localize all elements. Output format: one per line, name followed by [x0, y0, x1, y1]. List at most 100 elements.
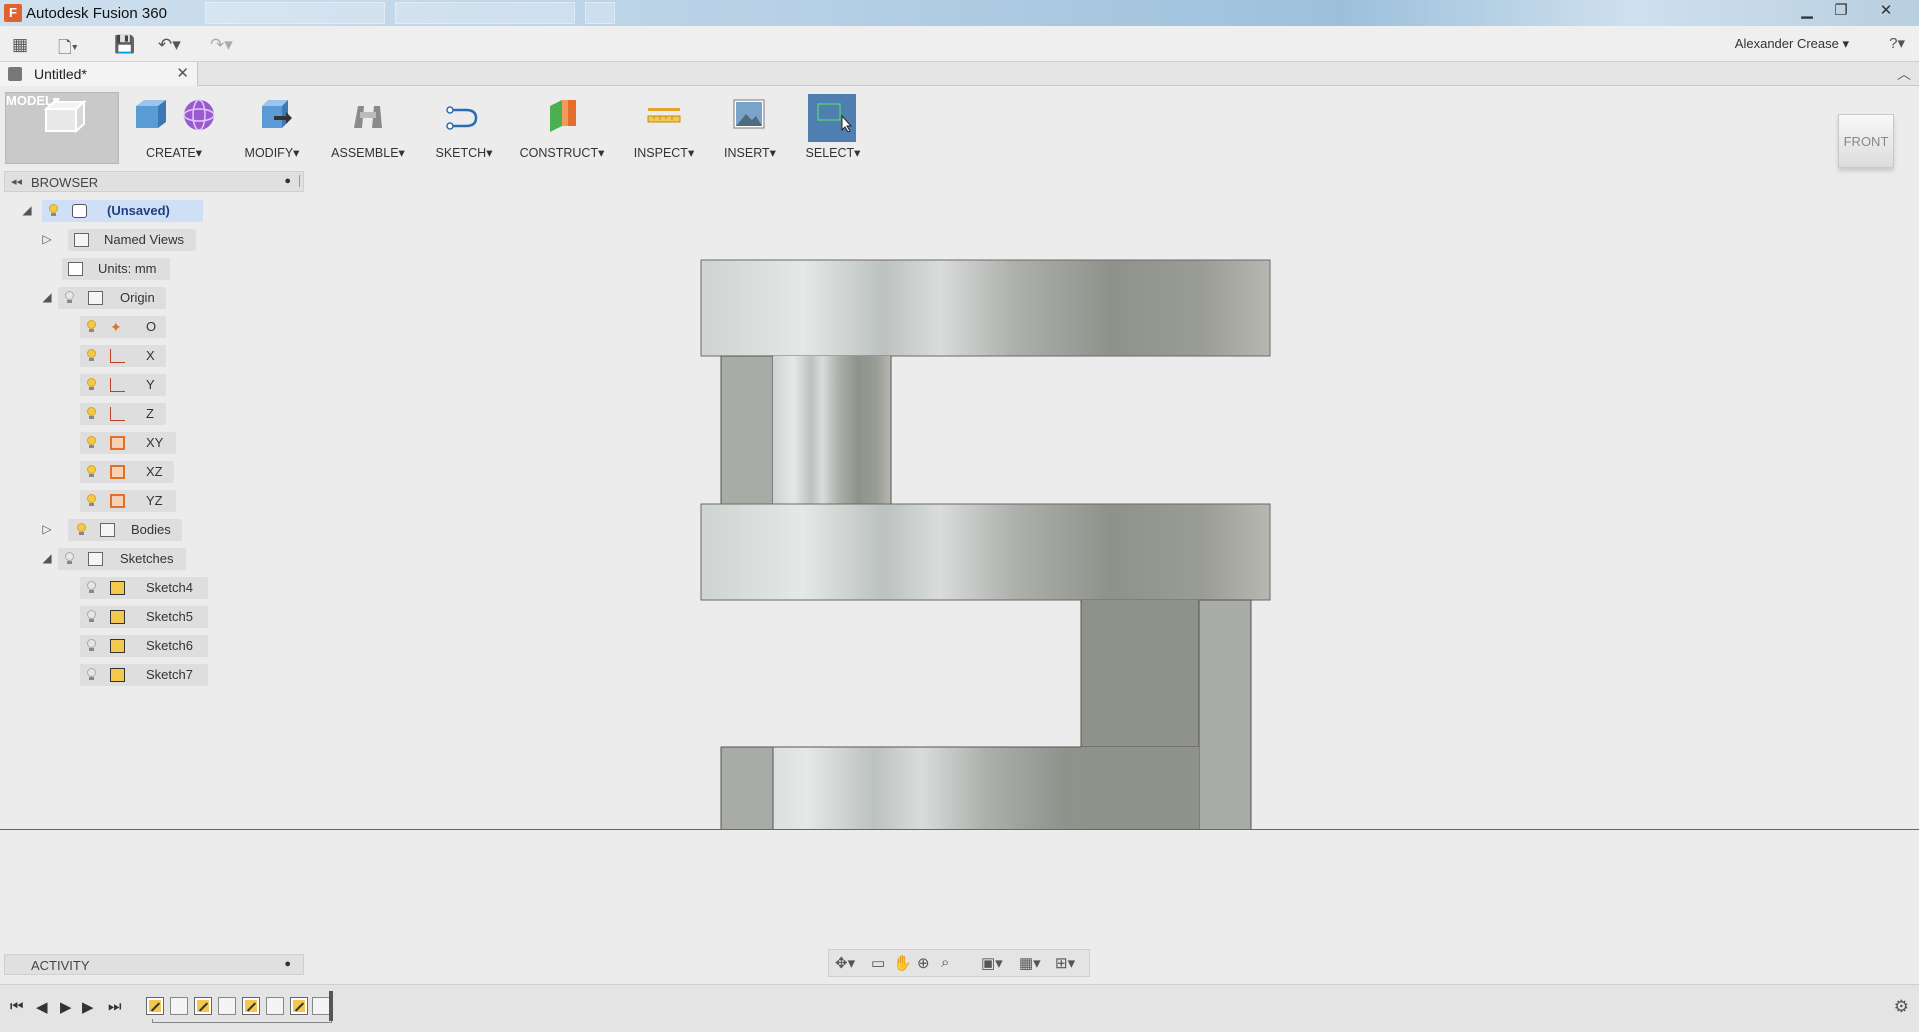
- axis-icon: [110, 378, 125, 392]
- browser-root-node[interactable]: ◢ (Unsaved): [20, 200, 260, 222]
- create-menu[interactable]: CREATE▾: [126, 92, 222, 162]
- browser-item-xy-plane[interactable]: XY: [80, 432, 200, 454]
- pan-icon[interactable]: ✋: [893, 954, 912, 972]
- right-tab-face[interactable]: [1198, 599, 1252, 830]
- left-tab-face[interactable]: [720, 355, 774, 505]
- visibility-bulb-icon[interactable]: [86, 465, 96, 478]
- timeline-marker[interactable]: [329, 991, 333, 1021]
- display-settings-icon[interactable]: ▣▾: [981, 954, 1003, 972]
- step-back-icon[interactable]: ◀: [36, 998, 48, 1016]
- undo-icon[interactable]: ↶▾: [158, 35, 181, 55]
- visibility-bulb-icon[interactable]: [86, 349, 96, 362]
- browser-item-sketch5[interactable]: Sketch5: [80, 606, 220, 628]
- document-tab[interactable]: Untitled* ✕: [0, 62, 198, 86]
- browser-item-y-axis[interactable]: Y: [80, 374, 200, 396]
- collapse-triangle-icon[interactable]: ◢: [40, 290, 54, 304]
- visibility-bulb-icon[interactable]: [64, 291, 74, 304]
- fit-icon[interactable]: ⌕: [941, 954, 949, 971]
- pin-panel-icon[interactable]: ●: [284, 175, 291, 187]
- model-workspace-icon: [43, 99, 87, 134]
- minimize-button[interactable]: ▁: [1790, 1, 1824, 23]
- collapse-triangle-icon[interactable]: ◢: [20, 203, 34, 217]
- browser-item-bodies[interactable]: ▷ Bodies: [40, 519, 260, 541]
- browser-item-origin-point[interactable]: ✦ O: [80, 316, 200, 338]
- bottom-left-tab-face[interactable]: [720, 746, 774, 830]
- visibility-bulb-icon[interactable]: [86, 378, 96, 391]
- play-icon[interactable]: ▶: [60, 998, 72, 1016]
- visibility-bulb-icon[interactable]: [86, 407, 96, 420]
- help-menu[interactable]: ?▾: [1889, 34, 1905, 52]
- browser-item-units[interactable]: Units: mm: [62, 258, 262, 280]
- sketch-menu[interactable]: SKETCH▾: [428, 92, 500, 162]
- expand-triangle-icon[interactable]: ▷: [40, 522, 54, 536]
- browser-item-sketches[interactable]: ◢ Sketches: [40, 548, 260, 570]
- step-forward-icon[interactable]: ▶: [82, 998, 94, 1016]
- construct-menu[interactable]: CONSTRUCT▾: [514, 92, 610, 162]
- visibility-bulb-icon[interactable]: [86, 320, 96, 333]
- timeline-extrude-feature[interactable]: [170, 997, 188, 1015]
- apps-grid-icon[interactable]: ▦: [12, 35, 28, 55]
- modify-menu[interactable]: MODIFY▾: [236, 92, 308, 162]
- origin-point-label: O: [146, 319, 157, 334]
- select-menu[interactable]: SELECT▾: [798, 92, 868, 162]
- inspect-menu[interactable]: INSPECT▾: [626, 92, 702, 162]
- orbit-icon[interactable]: ✥▾: [835, 954, 855, 972]
- go-to-start-icon[interactable]: ⏮: [10, 998, 24, 1015]
- browser-item-named-views[interactable]: ▷ Named Views: [40, 229, 260, 251]
- visibility-bulb-icon[interactable]: [86, 494, 96, 507]
- viewports-icon[interactable]: ⊞▾: [1055, 954, 1075, 972]
- insert-menu[interactable]: INSERT▾: [716, 92, 784, 162]
- browser-item-sketch6[interactable]: Sketch6: [80, 635, 220, 657]
- timeline-sketch-feature[interactable]: [194, 997, 212, 1015]
- upper-web-face[interactable]: [773, 356, 891, 504]
- timeline-sketch-feature[interactable]: [146, 997, 164, 1015]
- middle-flange-face[interactable]: [700, 503, 1271, 601]
- browser-item-x-axis[interactable]: X: [80, 345, 200, 367]
- timeline-extrude-feature[interactable]: [266, 997, 284, 1015]
- restore-button[interactable]: ❐: [1824, 1, 1858, 23]
- timeline-sketch-feature[interactable]: [242, 997, 260, 1015]
- browser-item-yz-plane[interactable]: YZ: [80, 490, 200, 512]
- top-flange-face[interactable]: [700, 259, 1271, 357]
- close-tab-icon[interactable]: ✕: [176, 64, 189, 82]
- assemble-menu[interactable]: ASSEMBLE▾: [322, 92, 414, 162]
- timeline-sketch-feature[interactable]: [290, 997, 308, 1015]
- visibility-bulb-icon[interactable]: [86, 639, 96, 652]
- model-viewport[interactable]: [690, 255, 1290, 830]
- browser-item-sketch7[interactable]: Sketch7: [80, 664, 220, 686]
- grid-settings-icon[interactable]: ▦▾: [1019, 954, 1041, 972]
- save-icon[interactable]: 💾: [114, 35, 135, 55]
- pin-panel-icon[interactable]: ●: [284, 958, 291, 970]
- zoom-icon[interactable]: ⊕: [917, 954, 930, 972]
- user-account-menu[interactable]: Alexander Crease ▾: [1735, 36, 1849, 52]
- collapse-toolbar-icon[interactable]: ︿: [1897, 64, 1911, 84]
- visibility-bulb-icon[interactable]: [86, 610, 96, 623]
- visibility-bulb-icon[interactable]: [86, 581, 96, 594]
- timeline-extrude-feature[interactable]: [218, 997, 236, 1015]
- visibility-bulb-icon[interactable]: [76, 523, 86, 536]
- collapse-triangle-icon[interactable]: ◢: [40, 551, 54, 565]
- collapse-browser-icon[interactable]: ◂◂: [11, 175, 22, 188]
- browser-item-origin[interactable]: ◢ Origin: [40, 287, 260, 309]
- redo-icon[interactable]: ↷▾: [210, 35, 233, 55]
- timeline-settings-gear-icon[interactable]: ⚙: [1894, 997, 1909, 1017]
- lower-web-face[interactable]: [1081, 600, 1199, 747]
- browser-item-z-axis[interactable]: Z: [80, 403, 200, 425]
- z-axis-label: Z: [146, 406, 154, 421]
- go-to-end-icon[interactable]: ⏭: [108, 998, 122, 1015]
- view-cube[interactable]: FRONT: [1838, 114, 1894, 168]
- expand-triangle-icon[interactable]: ▷: [40, 232, 54, 246]
- visibility-bulb-icon[interactable]: [86, 668, 96, 681]
- visibility-bulb-icon[interactable]: [64, 552, 74, 565]
- browser-item-xz-plane[interactable]: XZ: [80, 461, 200, 483]
- timeline-extrude-feature[interactable]: [312, 997, 330, 1015]
- workspace-switcher-button[interactable]: MODEL▾: [5, 92, 119, 164]
- look-at-icon[interactable]: ▭: [871, 954, 885, 972]
- bottom-web-face: [1081, 747, 1199, 830]
- browser-item-sketch4[interactable]: Sketch4: [80, 577, 220, 599]
- visibility-bulb-icon[interactable]: [86, 436, 96, 449]
- close-button[interactable]: ✕: [1862, 1, 1910, 23]
- file-menu-icon[interactable]: 🗋▾: [58, 35, 78, 64]
- panel-grip[interactable]: [299, 175, 301, 187]
- visibility-bulb-icon[interactable]: [48, 204, 58, 217]
